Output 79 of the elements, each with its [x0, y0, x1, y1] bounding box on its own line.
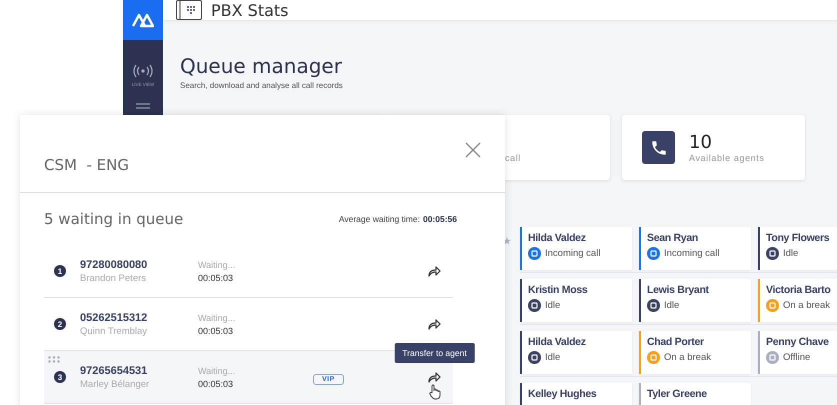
phone-number: 97280080080	[80, 258, 148, 270]
agent-name: Lewis Bryant	[647, 284, 710, 296]
wait-time: 00:05:03	[198, 326, 234, 336]
hand-cursor-icon	[429, 384, 441, 400]
logo-tile[interactable]	[123, 0, 163, 40]
wait-time: 00:05:03	[198, 378, 234, 388]
status-icon	[528, 351, 541, 364]
queue-name: CSM - ENG	[44, 156, 129, 174]
status-icon	[766, 351, 779, 364]
status-label: Idle	[664, 300, 680, 311]
wait-status: Waiting...	[198, 260, 236, 270]
status-label: Idle	[545, 300, 560, 311]
call-row[interactable]: 1 97280080080 Brandon Peters Waiting... 00:05:03	[44, 245, 453, 298]
status-icon	[528, 299, 541, 312]
tooltip: Transfer to agent	[394, 342, 475, 362]
status-label: On a break	[783, 300, 830, 311]
caller-name: Marley Bélanger	[80, 378, 150, 390]
position-badge: 1	[54, 265, 66, 277]
agent-name: Penny Chave	[766, 336, 830, 348]
status-label: On a break	[664, 352, 711, 363]
agent-name: Sean Ryan	[647, 232, 699, 244]
dialpad-icon	[176, 0, 202, 20]
average-wait-label: Average waiting time:	[338, 214, 420, 224]
phone-number: 97265654531	[80, 364, 148, 376]
position-badge: 3	[54, 371, 66, 383]
agent-card[interactable]: Victoria Barto On a break	[758, 279, 837, 322]
logo-icon	[132, 12, 154, 28]
status-icon	[647, 299, 660, 312]
agent-name: Kristin Moss	[528, 284, 588, 296]
status-label: Offline	[783, 352, 810, 363]
agent-name: Victoria Barto	[766, 284, 832, 296]
stat-label: call	[505, 152, 521, 162]
caller-name: Quinn Tremblay	[80, 326, 148, 336]
agent-card[interactable]: Tony Flowers Idle	[758, 227, 837, 270]
status-label: Idle	[545, 352, 560, 363]
agent-card[interactable]: Penny Chave Offline	[758, 331, 837, 374]
status-icon	[528, 247, 541, 260]
agent-name: Tony Flowers	[766, 232, 830, 244]
agent-card[interactable]: Hilda Valdez Incoming call	[520, 227, 632, 270]
wait-status: Waiting...	[198, 312, 236, 322]
status-label: Idle	[783, 248, 798, 259]
app-title: PBX Stats	[211, 0, 289, 20]
menu-icon[interactable]	[136, 103, 150, 109]
average-wait-value: 00:05:56	[422, 214, 457, 224]
status-label: Incoming call	[545, 248, 600, 259]
position-badge: 2	[54, 318, 66, 330]
forward-icon[interactable]	[428, 318, 441, 330]
status-icon	[766, 247, 779, 260]
close-icon[interactable]	[465, 142, 481, 158]
agent-card[interactable]: Chad Porter On a break	[639, 331, 751, 374]
broadcast-icon	[132, 64, 153, 78]
agent-card[interactable]: Tyler Greene	[639, 383, 751, 405]
agent-name: Kelley Hughes	[528, 388, 598, 400]
agent-card[interactable]: Hilda Valdez Idle	[520, 331, 632, 374]
agent-name: Tyler Greene	[647, 388, 708, 400]
phone-number: 05262515312	[80, 312, 148, 324]
forward-icon[interactable]	[428, 266, 441, 276]
forward-icon[interactable]	[428, 372, 441, 382]
queue-count: 5 waiting in queue	[44, 210, 184, 228]
stat-label: Available agents	[689, 153, 764, 163]
status-icon	[766, 299, 779, 312]
agent-card[interactable]: Lewis Bryant Idle	[639, 279, 751, 322]
page-subtitle: Search, download and analyse all call records	[179, 81, 344, 90]
wait-time: 00:05:03	[198, 272, 234, 282]
agent-name: Hilda Valdez	[528, 336, 587, 348]
wait-status: Waiting...	[198, 366, 236, 376]
stat-value: 10	[689, 132, 713, 153]
caller-name: Brandon Peters	[80, 272, 148, 284]
phone-icon	[650, 138, 668, 156]
status-icon	[647, 247, 660, 260]
agent-name: Hilda Valdez	[528, 232, 587, 244]
status-icon	[647, 351, 660, 364]
status-label: Incoming call	[664, 248, 720, 259]
agent-card[interactable]: Sean Ryan Incoming call	[639, 227, 751, 270]
page-title: Queue manager	[179, 54, 343, 78]
agent-name: Chad Porter	[647, 336, 705, 348]
agent-card[interactable]: Kristin Moss Idle	[520, 279, 632, 322]
agent-card[interactable]: Kelley Hughes	[520, 383, 632, 405]
drag-handle-icon[interactable]	[48, 356, 60, 363]
